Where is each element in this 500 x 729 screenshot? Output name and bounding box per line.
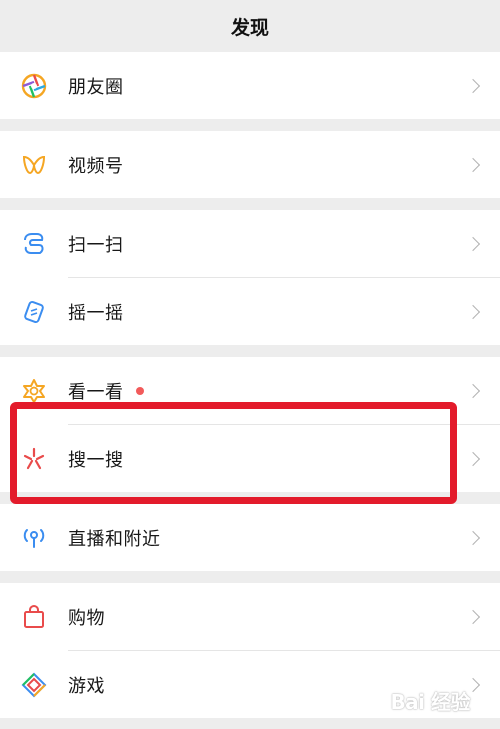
chevron-right-icon <box>465 609 481 624</box>
scan-icon <box>21 231 47 257</box>
live-nearby-icon <box>21 525 47 551</box>
menu-item-label: 视频号 <box>68 155 124 177</box>
menu-item-top-stories[interactable]: 看一看 <box>0 357 500 424</box>
section-gap <box>0 119 500 131</box>
chevron-right-icon <box>465 530 481 545</box>
group-live-nearby: 直播和附近 <box>0 504 500 571</box>
chevron-right-icon <box>465 157 481 172</box>
menu-item-label: 朋友圈 <box>68 76 124 98</box>
section-gap <box>0 571 500 583</box>
shopping-icon <box>21 604 47 630</box>
menu-item-label: 直播和附近 <box>68 528 161 550</box>
page-title: 发现 <box>230 16 269 39</box>
menu-item-label: 搜一搜 <box>68 449 124 471</box>
chevron-right-icon <box>465 451 481 466</box>
channels-icon <box>21 152 47 178</box>
menu-item-shake[interactable]: 摇一摇 <box>0 278 500 345</box>
menu-item-label: 摇一摇 <box>68 302 124 324</box>
section-gap <box>0 345 500 357</box>
games-icon <box>21 672 47 698</box>
menu-item-label: 游戏 <box>68 675 105 697</box>
shake-icon <box>21 299 47 325</box>
chevron-right-icon <box>465 383 481 398</box>
menu-item-live-nearby[interactable]: 直播和附近 <box>0 504 500 571</box>
menu-item-label: 看一看 <box>68 381 124 403</box>
chevron-right-icon <box>465 304 481 319</box>
top-stories-icon <box>21 378 47 404</box>
moments-icon <box>21 73 47 99</box>
group-channels: 视频号 <box>0 131 500 198</box>
baidu-jingyan-watermark: Bai 经验 <box>390 690 470 714</box>
group-stories-search: 看一看 搜一搜 <box>0 357 500 492</box>
section-gap <box>0 492 500 504</box>
section-gap <box>0 198 500 210</box>
menu-item-scan[interactable]: 扫一扫 <box>0 210 500 277</box>
menu-item-label: 购物 <box>68 607 105 629</box>
search-icon <box>21 446 47 472</box>
chevron-right-icon <box>465 78 481 93</box>
group-moments: 朋友圈 <box>0 52 500 119</box>
new-content-badge <box>135 386 144 395</box>
menu-item-search[interactable]: 搜一搜 <box>0 425 500 492</box>
page-header: 发现 <box>0 0 500 52</box>
menu-item-moments[interactable]: 朋友圈 <box>0 52 500 119</box>
menu-item-shopping[interactable]: 购物 <box>0 583 500 650</box>
menu-item-channels[interactable]: 视频号 <box>0 131 500 198</box>
group-scan-shake: 扫一扫 摇一摇 <box>0 210 500 345</box>
chevron-right-icon <box>465 236 481 251</box>
menu-item-label: 扫一扫 <box>68 234 124 256</box>
